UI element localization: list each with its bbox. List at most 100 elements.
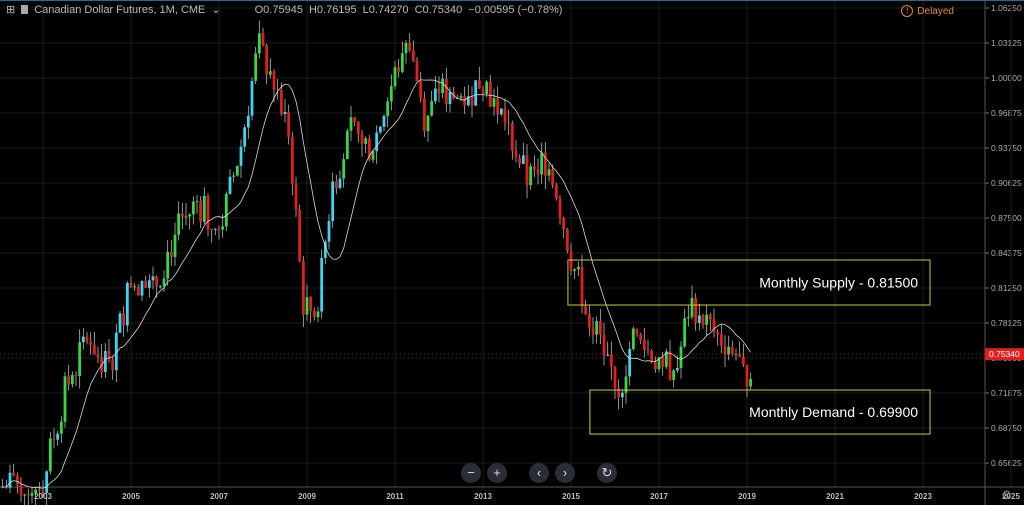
x-tick-label: 2005 xyxy=(122,492,140,501)
scroll-left-button[interactable]: ‹ xyxy=(529,463,549,483)
candle-body xyxy=(492,98,496,107)
candle-body xyxy=(19,484,23,496)
candle-body xyxy=(221,226,225,230)
expand-icon[interactable]: ⊞ xyxy=(6,3,15,16)
y-tick-label: 0.84375 xyxy=(991,248,1022,258)
candle-body xyxy=(683,318,687,347)
zoom-in-button[interactable]: + xyxy=(487,463,507,483)
candle-body xyxy=(338,178,342,189)
candle-body xyxy=(360,133,364,144)
candle-body xyxy=(56,433,60,440)
candle-body xyxy=(573,269,577,271)
zoom-out-button[interactable]: − xyxy=(461,463,481,483)
candle-body xyxy=(331,181,335,222)
candle-body xyxy=(356,121,360,134)
candle-body xyxy=(470,96,474,106)
x-tick-label: 2019 xyxy=(738,492,756,501)
candle-body xyxy=(448,91,452,105)
candle-body xyxy=(353,117,357,122)
high-value: H0.76195 xyxy=(308,3,357,16)
candle-body xyxy=(536,169,540,175)
candle-body xyxy=(268,71,272,75)
candle-body xyxy=(305,297,309,315)
chevron-down-icon[interactable]: ⌄ xyxy=(211,3,220,16)
candle-body xyxy=(411,50,415,61)
candle-body xyxy=(52,438,56,440)
candle-body xyxy=(89,341,93,345)
candle-body xyxy=(415,60,419,82)
candle-body xyxy=(239,146,243,166)
y-tick-label: 1.00000 xyxy=(991,73,1022,83)
candle-body xyxy=(59,421,63,434)
candle-body xyxy=(510,123,514,151)
candle-body xyxy=(463,96,467,106)
candle-body xyxy=(210,229,214,231)
candle-body xyxy=(503,108,507,123)
candle-body xyxy=(349,117,353,131)
candle-body xyxy=(650,350,654,362)
candle-body xyxy=(136,286,140,296)
candle-body xyxy=(485,81,489,95)
info-icon: ! xyxy=(901,5,914,17)
candle-body xyxy=(697,315,701,323)
candle-body xyxy=(364,138,368,144)
candle-body xyxy=(290,137,294,184)
x-tick-label: 2015 xyxy=(562,492,580,501)
candle-body xyxy=(727,346,731,355)
candle-body xyxy=(37,489,41,491)
candle-body xyxy=(184,216,188,218)
candle-body xyxy=(569,251,573,271)
y-tick-label: 1.03125 xyxy=(991,38,1022,48)
settings-gear-icon[interactable]: ⚙ xyxy=(1001,488,1012,502)
candle-body xyxy=(312,310,316,318)
candle-body xyxy=(591,327,595,335)
candle-body xyxy=(675,367,679,371)
candle-body xyxy=(213,228,217,230)
delayed-badge[interactable]: ! Delayed xyxy=(901,5,954,17)
symbol-title[interactable]: Canadian Dollar Futures, 1M, CME xyxy=(34,4,205,16)
candle-body xyxy=(580,266,584,307)
y-tick-label: 0.68750 xyxy=(991,423,1022,433)
candle-body xyxy=(188,214,192,217)
candle-body xyxy=(111,359,115,371)
candle-body xyxy=(400,53,404,72)
candle-body xyxy=(419,81,423,99)
y-tick-label: 1.06250 xyxy=(991,3,1022,13)
candle-body xyxy=(562,217,566,229)
candle-body xyxy=(41,490,45,493)
candle-body xyxy=(118,313,122,333)
candle-body xyxy=(532,166,536,170)
candle-body xyxy=(551,169,555,186)
candle-body xyxy=(169,252,173,257)
candle-body xyxy=(224,193,228,227)
reset-button[interactable]: ↻ xyxy=(597,463,617,483)
candle-body xyxy=(45,471,49,493)
candle-body xyxy=(202,195,206,222)
candle-body xyxy=(518,157,522,164)
candle-body xyxy=(393,67,397,87)
candle-body xyxy=(279,90,283,115)
candle-body xyxy=(749,378,753,387)
candle-body xyxy=(162,278,166,287)
x-tick-label: 2021 xyxy=(826,492,844,501)
candle-body xyxy=(250,80,254,116)
candle-body xyxy=(133,286,137,288)
chart-header: ⊞ Canadian Dollar Futures, 1M, CME ⌄ O0.7… xyxy=(6,3,562,17)
candle-body xyxy=(602,334,606,356)
candle-body xyxy=(243,127,247,147)
candle-body xyxy=(701,315,705,325)
candle-body xyxy=(716,331,720,335)
candle-body xyxy=(679,346,683,368)
price-chart[interactable]: 1.06250 1.03125 1.00000 0.96875 0.93750 0.906… xyxy=(0,0,1024,505)
candle-body xyxy=(408,42,412,51)
candle-body xyxy=(173,234,177,257)
candle-body xyxy=(382,115,386,127)
candle-body xyxy=(85,336,89,342)
candle-body xyxy=(668,351,672,380)
candle-body xyxy=(327,221,331,242)
candle-body xyxy=(514,150,518,158)
candle-body xyxy=(404,42,408,54)
candle-body xyxy=(631,328,635,350)
candle-body xyxy=(719,334,723,346)
scroll-right-button[interactable]: › xyxy=(555,463,575,483)
